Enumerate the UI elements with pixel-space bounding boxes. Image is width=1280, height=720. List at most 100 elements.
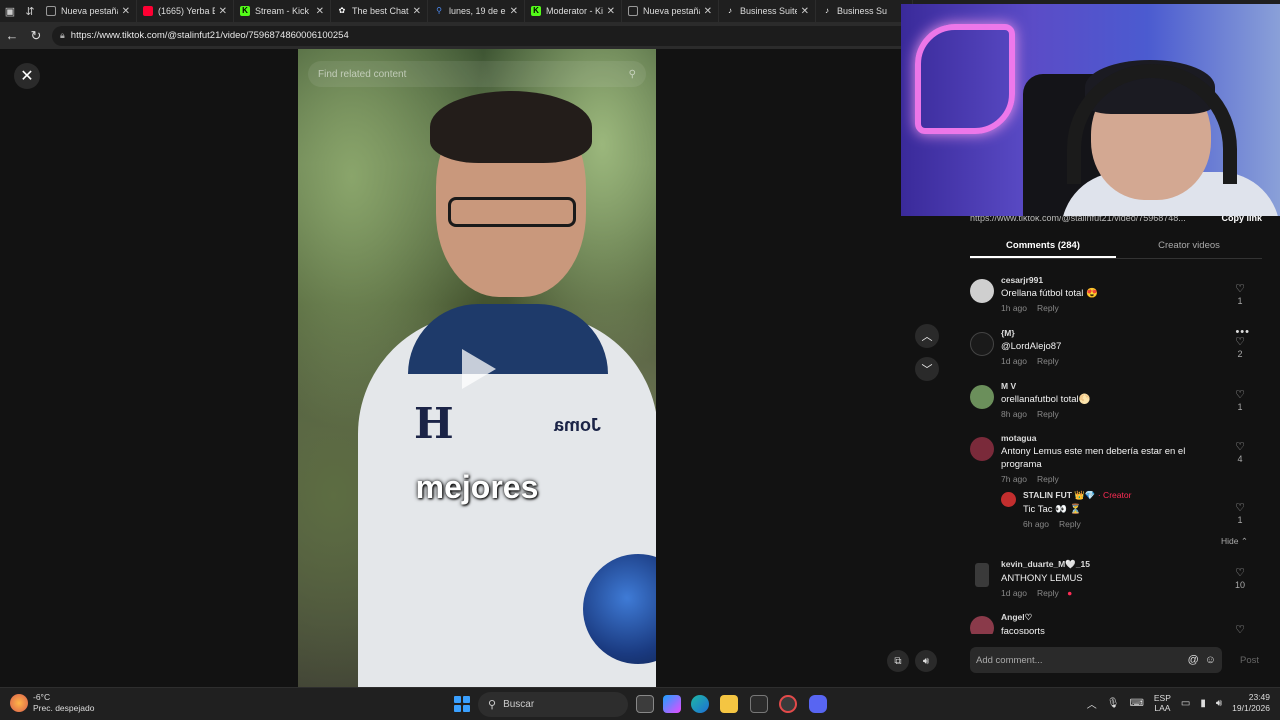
browser-tab[interactable]: K Stream - Kick D ✕: [234, 0, 331, 22]
windows-start-icon[interactable]: [454, 696, 470, 712]
comment-input-placeholder: Add comment...: [976, 654, 1043, 666]
avatar[interactable]: [1001, 492, 1016, 507]
clock[interactable]: 23:49 19/1/2026: [1232, 692, 1270, 714]
like-count: 10: [1234, 580, 1245, 590]
close-tab-icon[interactable]: ✕: [219, 6, 227, 17]
reply-button[interactable]: Reply: [1037, 474, 1059, 484]
browser-tab[interactable]: (1665) Yerba Br ✕: [137, 0, 234, 22]
browser-tab[interactable]: Nueva pestaña ✕: [40, 0, 137, 22]
video-caption: mejores: [415, 469, 539, 505]
reply-button[interactable]: Reply: [1037, 588, 1059, 598]
like-count: 1: [1237, 402, 1243, 412]
comment-username[interactable]: cesarjr991: [1001, 275, 1226, 285]
like-button[interactable]: ♡ 1: [1232, 389, 1248, 412]
tab-comments[interactable]: Comments (284): [970, 235, 1116, 258]
keyboard-icon[interactable]: ⌨: [1129, 698, 1143, 709]
back-icon[interactable]: ←: [0, 22, 24, 49]
comment-username[interactable]: Angel♡: [1001, 612, 1226, 623]
like-button[interactable]: ♡: [1232, 624, 1248, 634]
copilot-icon[interactable]: [663, 695, 681, 713]
video-frame-glasses: [448, 197, 576, 227]
browser-tab[interactable]: ♪ Business Suite | ✕: [719, 0, 816, 22]
avatar[interactable]: [970, 385, 994, 409]
volume-icon[interactable]: 🔊︎: [915, 650, 937, 672]
video-frame-hair: [430, 91, 592, 163]
heart-icon: ♡: [1235, 389, 1245, 401]
reload-icon[interactable]: ↻: [24, 22, 48, 49]
comment-username[interactable]: {M}: [1001, 328, 1226, 338]
close-tab-icon[interactable]: ✕: [801, 6, 809, 17]
close-tab-icon[interactable]: ✕: [607, 6, 615, 17]
taskbar-search[interactable]: ⚲ Buscar: [478, 692, 628, 717]
comment-text: facosports: [1001, 626, 1045, 634]
avatar[interactable]: [975, 563, 989, 587]
browser-tab[interactable]: Nueva pestaña ✕: [622, 0, 719, 22]
close-tab-icon[interactable]: ✕: [316, 6, 324, 17]
comment-time: 1d ago: [1001, 588, 1027, 598]
browser-tab[interactable]: ⚲ lunes, 19 de en ✕: [428, 0, 525, 22]
microphone-icon[interactable]: 🎙︎: [1107, 698, 1120, 709]
edge-icon[interactable]: [691, 695, 709, 713]
vertical-tabs-icon[interactable]: ⇵: [20, 0, 40, 22]
avatar[interactable]: [970, 279, 994, 303]
comment-input[interactable]: Add comment... @ ☺: [970, 647, 1222, 673]
task-view-icon[interactable]: [636, 695, 654, 713]
reply-button[interactable]: Reply: [1059, 519, 1081, 529]
related-search-bar[interactable]: Find related content ⚲: [308, 61, 646, 87]
picture-in-picture-icon[interactable]: ⧉: [887, 650, 909, 672]
comment-username[interactable]: M V: [1001, 381, 1226, 391]
comment-username[interactable]: motagua: [1001, 433, 1226, 443]
browser-tab[interactable]: ✿ The best ChatB ✕: [331, 0, 428, 22]
video-player[interactable]: H Joma mejores Find related content ⚲: [298, 49, 656, 687]
reply-button[interactable]: Reply: [1037, 303, 1059, 313]
comment-time: 6h ago: [1023, 519, 1049, 529]
volume-icon[interactable]: 🔊︎: [1216, 698, 1222, 709]
browser-tab[interactable]: K Moderator - Kic ✕: [525, 0, 622, 22]
chevron-up-icon[interactable]: ︿: [1087, 696, 1097, 711]
reply-button[interactable]: Reply: [1037, 356, 1059, 366]
like-button[interactable]: ♡ 4: [1232, 441, 1248, 464]
avatar[interactable]: [970, 437, 994, 461]
store-icon[interactable]: [750, 695, 768, 713]
network-icon[interactable]: ▭: [1181, 698, 1190, 709]
like-count: 4: [1237, 454, 1243, 464]
browser-tab[interactable]: ♪ Business Su: [816, 0, 913, 22]
tab-label: Nueva pestaña: [61, 6, 118, 16]
reply-button[interactable]: Reply: [1037, 409, 1059, 419]
previous-video-icon[interactable]: ︿: [915, 324, 939, 348]
weather-desc: Prec. despejado: [33, 703, 95, 713]
close-tab-icon[interactable]: ✕: [510, 6, 518, 17]
avatar[interactable]: [970, 616, 994, 634]
discord-icon[interactable]: [809, 695, 827, 713]
like-button[interactable]: ♡ 1: [1232, 283, 1248, 306]
avatar[interactable]: [970, 332, 994, 356]
file-explorer-icon[interactable]: [720, 695, 738, 713]
like-button[interactable]: ♡ 10: [1232, 567, 1248, 590]
comment-username[interactable]: STALIN FUT 👑💎: [1023, 490, 1095, 500]
weather-widget[interactable]: -6°C Prec. despejado: [10, 692, 94, 714]
emoji-icon[interactable]: ☺: [1205, 654, 1216, 666]
search-icon[interactable]: ⚲: [629, 69, 636, 80]
url-field[interactable]: 🔒︎ https://www.tiktok.com/@stalinfut21/v…: [52, 25, 932, 46]
tab-label: Stream - Kick D: [255, 6, 312, 16]
post-button[interactable]: Post: [1240, 655, 1259, 666]
tab-actions-icon[interactable]: ▣: [0, 0, 20, 22]
comment-time: 8h ago: [1001, 409, 1027, 419]
close-tab-icon[interactable]: ✕: [122, 6, 130, 17]
play-icon[interactable]: [462, 349, 496, 389]
tab-creator-videos[interactable]: Creator videos: [1116, 235, 1262, 258]
related-search-placeholder: Find related content: [318, 68, 407, 80]
language-indicator[interactable]: ESP LAA: [1154, 693, 1171, 713]
battery-icon[interactable]: ▮: [1200, 698, 1206, 709]
next-video-icon[interactable]: ﹀: [915, 357, 939, 381]
like-button[interactable]: ♡ 1: [1232, 502, 1248, 525]
comment-username[interactable]: kevin_duarte_M🤍_15: [1001, 559, 1226, 570]
close-icon[interactable]: ✕: [14, 63, 40, 89]
close-tab-icon[interactable]: ✕: [704, 6, 712, 17]
like-button[interactable]: ♡ 2: [1232, 336, 1248, 359]
mention-icon[interactable]: @: [1188, 654, 1199, 666]
tab-label: The best ChatB: [352, 6, 409, 16]
close-tab-icon[interactable]: ✕: [413, 6, 421, 17]
chrome-icon[interactable]: [779, 695, 797, 713]
hide-replies-button[interactable]: Hide ⌃: [1221, 536, 1248, 547]
